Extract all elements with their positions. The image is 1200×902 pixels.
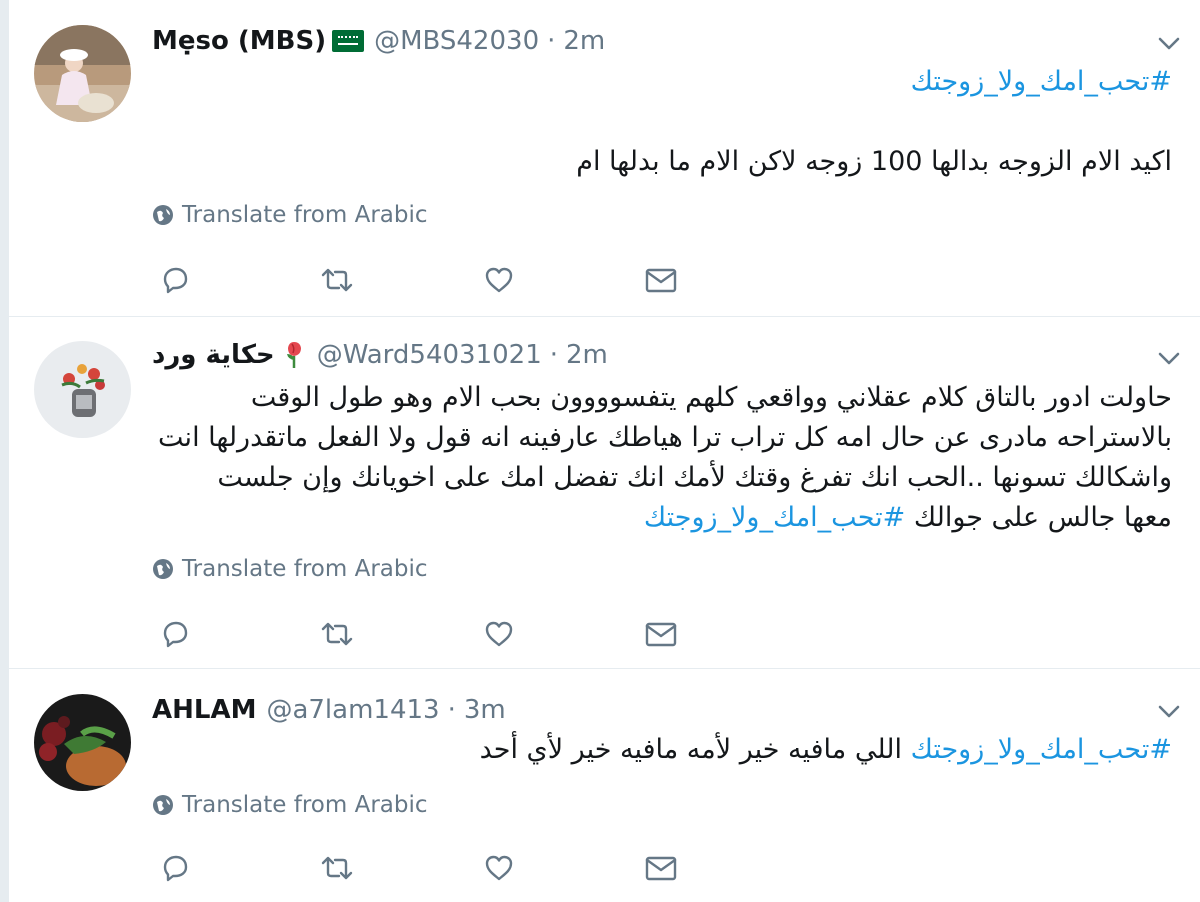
tweet-actions xyxy=(157,616,679,652)
globe-icon xyxy=(153,205,173,225)
tweet-hashtag-line: #تحب_امك_ولا_زوجتك xyxy=(152,62,1172,102)
reply-icon[interactable] xyxy=(157,616,193,652)
like-icon[interactable] xyxy=(481,616,517,652)
tweet-actions xyxy=(157,262,679,298)
tweet-3[interactable]: AHLAM @a7lam1413 · 3m #تحب_امك_ولا_زوجتك… xyxy=(9,668,1200,902)
translate-label: Translate from Arabic xyxy=(182,792,428,818)
tweet-actions xyxy=(157,850,679,886)
retweet-icon[interactable] xyxy=(319,850,355,886)
timestamp[interactable]: 3m xyxy=(464,695,506,725)
avatar[interactable] xyxy=(34,341,131,438)
username[interactable]: @Ward54031021 xyxy=(317,340,542,370)
tweet-text-fragment: اللي مافيه خير لأمه مافيه خير لأي أحد xyxy=(479,734,911,765)
tweet-header: Mẹso (MBS) @MBS42030 · 2m xyxy=(152,24,1140,58)
tweet-header: AHLAM @a7lam1413 · 3m xyxy=(152,693,1140,727)
username[interactable]: @MBS42030 xyxy=(374,26,539,56)
chevron-down-icon[interactable] xyxy=(1153,27,1185,59)
avatar[interactable] xyxy=(34,25,131,122)
display-name[interactable]: Mẹso (MBS) xyxy=(152,26,326,56)
hashtag-link[interactable]: #تحب_امك_ولا_زوجتك xyxy=(644,502,905,533)
left-rail xyxy=(0,0,9,902)
direct-message-icon[interactable] xyxy=(643,262,679,298)
reply-icon[interactable] xyxy=(157,262,193,298)
tweet-text-fragment: معها جالس على جوالك xyxy=(905,502,1172,533)
direct-message-icon[interactable] xyxy=(643,850,679,886)
tweet-text-line: معها جالس على جوالك #تحب_امك_ولا_زوجتك xyxy=(152,498,1172,538)
hashtag-link[interactable]: #تحب_امك_ولا_زوجتك xyxy=(911,734,1172,765)
tweet-text: اكيد الام الزوجه بدالها 100 زوجه لاكن ال… xyxy=(576,146,1172,177)
display-name[interactable]: حكاية ورد xyxy=(152,340,275,370)
globe-icon xyxy=(153,559,173,579)
display-name[interactable]: AHLAM xyxy=(152,695,256,725)
tweet-text: حاولت ادور بالتاق كلام عقلاني وواقعي كله… xyxy=(152,378,1172,538)
timestamp[interactable]: 2m xyxy=(566,340,608,370)
chevron-down-icon[interactable] xyxy=(1153,695,1185,727)
direct-message-icon[interactable] xyxy=(643,616,679,652)
tweet-2[interactable]: حكاية ورد @Ward54031021 · 2m حاولت ادور … xyxy=(9,316,1200,669)
hashtag-link[interactable]: #تحب_امك_ولا_زوجتك xyxy=(911,66,1172,97)
separator: · xyxy=(549,340,559,370)
tweet-header: حكاية ورد @Ward54031021 · 2m xyxy=(152,338,1140,372)
retweet-icon[interactable] xyxy=(319,616,355,652)
saudi-flag-icon xyxy=(332,30,365,52)
avatar[interactable] xyxy=(34,694,131,791)
rose-icon xyxy=(281,340,307,370)
globe-icon xyxy=(153,795,173,815)
username[interactable]: @a7lam1413 xyxy=(266,695,439,725)
translate-label: Translate from Arabic xyxy=(182,556,428,582)
timestamp[interactable]: 2m xyxy=(563,26,605,56)
tweet-text-line: واشكالك تسونها ..الحب انك تفرغ وقتك لأمك… xyxy=(217,462,1172,493)
translate-link[interactable]: Translate from Arabic xyxy=(152,200,428,230)
tweet-text-line: حاولت ادور بالتاق كلام عقلاني وواقعي كله… xyxy=(250,382,1172,413)
tweet-text-line: بالاستراحه مادرى عن حال امه كل تراب ترا … xyxy=(158,422,1172,453)
translate-link[interactable]: Translate from Arabic xyxy=(152,554,428,584)
like-icon[interactable] xyxy=(481,850,517,886)
reply-icon[interactable] xyxy=(157,850,193,886)
separator: · xyxy=(547,26,556,56)
translate-link[interactable]: Translate from Arabic xyxy=(152,790,428,820)
retweet-icon[interactable] xyxy=(319,262,355,298)
chevron-down-icon[interactable] xyxy=(1153,342,1185,374)
tweet-1[interactable]: Mẹso (MBS) @MBS42030 · 2m #تحب_امك_ولا_ز… xyxy=(9,0,1200,317)
tweet-text: #تحب_امك_ولا_زوجتك اللي مافيه خير لأمه م… xyxy=(152,730,1172,770)
translate-label: Translate from Arabic xyxy=(182,202,428,228)
like-icon[interactable] xyxy=(481,262,517,298)
separator: · xyxy=(447,695,456,725)
